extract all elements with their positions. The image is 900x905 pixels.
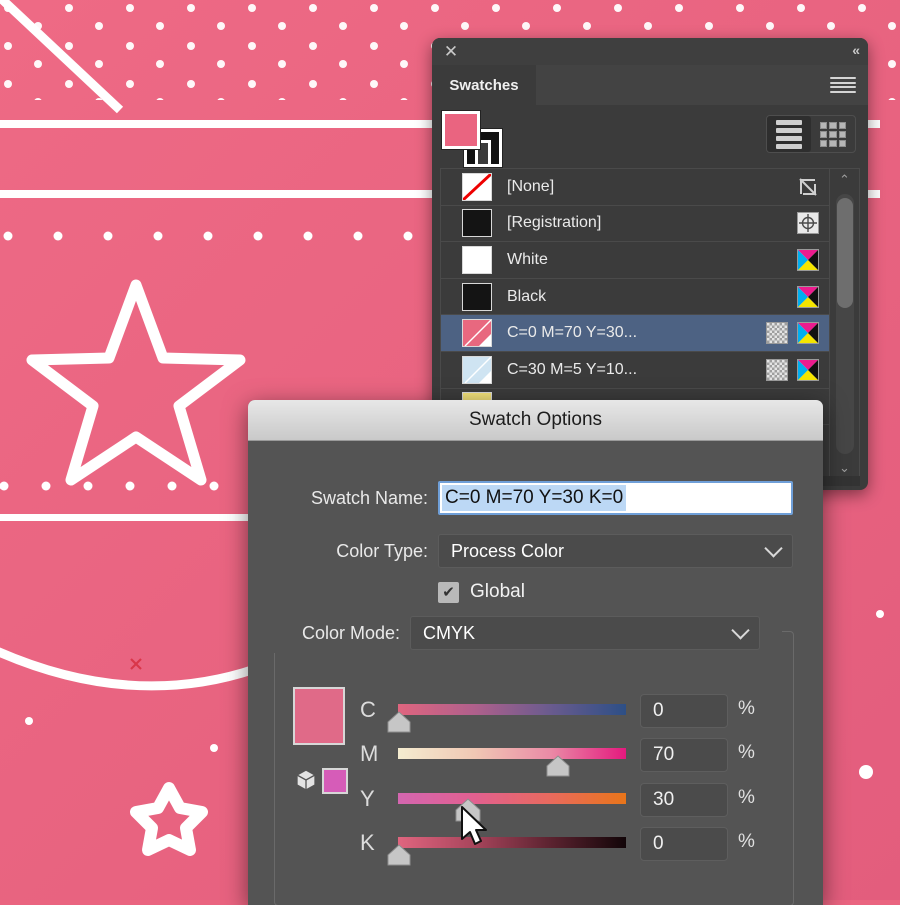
slider-row-y: Y 30 % — [360, 783, 780, 824]
color-type-select[interactable]: Process Color — [438, 534, 793, 568]
swatch-name: [Registration] — [507, 214, 602, 232]
channel-letter-m: M — [360, 741, 379, 766]
scrollbar-track[interactable] — [835, 194, 854, 454]
table-row[interactable]: White — [441, 242, 829, 279]
table-row[interactable]: [Registration] — [441, 206, 829, 243]
color-preview-small — [322, 768, 348, 794]
swatch-color-chip — [463, 283, 491, 310]
swatch-name: C=30 M=5 Y=10... — [507, 360, 638, 378]
panel-tabbar: Swatches — [432, 65, 868, 105]
global-checkbox[interactable]: ✔ — [438, 581, 459, 603]
channel-value-c[interactable]: 0 — [640, 694, 728, 728]
channel-value-m[interactable]: 70 — [640, 738, 728, 772]
cmyk-badge-icon — [797, 285, 819, 308]
color-type-row: Color Type: Process Color — [248, 534, 823, 568]
swatch-name-row: Swatch Name: C=0 M=70 Y=30 K=0 — [248, 481, 823, 515]
global-label: Global — [470, 581, 525, 602]
swatch-name: [None] — [507, 177, 555, 195]
swatch-color-chip — [463, 173, 491, 200]
list-view-icon[interactable] — [767, 116, 811, 152]
cmyk-badge-icon — [797, 248, 819, 271]
slider-row-m: M 70 % — [360, 738, 780, 779]
slider-thumb-c[interactable] — [387, 711, 411, 733]
registration-badge-icon — [797, 212, 819, 235]
chevron-down-icon — [731, 621, 750, 640]
percent-label-y: % — [738, 787, 755, 808]
color-preview-large — [293, 687, 345, 745]
slider-track-y[interactable] — [398, 793, 626, 804]
fill-swatch[interactable] — [442, 111, 480, 149]
panel-toolbar — [432, 105, 868, 167]
swatch-name: White — [507, 250, 548, 268]
swatch-name: C=0 M=70 Y=30... — [507, 324, 638, 342]
swatch-name-label: Swatch Name: — [310, 487, 428, 508]
percent-label-c: % — [738, 698, 755, 719]
view-toggle — [766, 115, 856, 153]
check-icon: ✔ — [442, 583, 455, 601]
fill-stroke-indicator[interactable] — [442, 111, 506, 167]
color-type-label: Color Type: — [336, 540, 428, 561]
collapse-panel-icon[interactable]: « — [852, 42, 860, 58]
swatch-name-value: C=0 M=70 Y=30 K=0 — [442, 485, 627, 511]
slider-row-k: K 0 % — [360, 827, 780, 868]
cube-3d-icon — [295, 768, 317, 792]
color-mode-row: Color Mode: CMYK — [248, 613, 823, 653]
scroll-up-icon[interactable]: ⌃ — [839, 169, 850, 191]
tint-badge-icon — [766, 358, 788, 381]
channel-letter-k: K — [360, 830, 375, 855]
channel-letter-c: C — [360, 697, 376, 722]
slider-track-k[interactable] — [398, 837, 626, 848]
scrollbar-thumb[interactable] — [836, 198, 853, 308]
color-type-value: Process Color — [451, 540, 565, 561]
slider-row-c: C 0 % — [360, 694, 780, 735]
grid-view-icon[interactable] — [811, 116, 855, 152]
tint-badge-icon — [766, 322, 788, 345]
tab-swatches[interactable]: Swatches — [432, 65, 536, 105]
slider-thumb-m[interactable] — [546, 755, 570, 777]
panel-titlebar: ✕ « — [432, 38, 868, 65]
slider-thumb-k[interactable] — [387, 844, 411, 866]
scrollbar-vertical[interactable]: ⌃ ⌄ — [829, 169, 859, 479]
table-row[interactable]: C=30 M=5 Y=10... — [441, 352, 829, 389]
panel-menu-icon[interactable] — [830, 77, 856, 93]
channel-value-k[interactable]: 0 — [640, 827, 728, 861]
swatch-name-input[interactable]: C=0 M=70 Y=30 K=0 — [438, 481, 793, 515]
color-mode-value: CMYK — [423, 622, 476, 643]
swatch-color-chip — [463, 246, 491, 273]
table-row[interactable]: Black — [441, 279, 829, 316]
slider-thumb-y[interactable] — [455, 798, 481, 822]
channel-letter-y: Y — [360, 786, 375, 811]
color-mode-label: Color Mode: — [301, 622, 400, 643]
chevron-down-icon — [764, 539, 783, 558]
dialog-title: Swatch Options — [248, 400, 823, 441]
table-row[interactable]: [None] — [441, 169, 829, 206]
swatch-color-chip — [463, 210, 491, 237]
table-row-selected[interactable]: C=0 M=70 Y=30... — [441, 315, 829, 352]
swatch-color-chip — [463, 320, 491, 347]
swatch-name: Black — [507, 287, 547, 305]
color-mode-select[interactable]: CMYK — [410, 616, 760, 650]
channel-value-y[interactable]: 30 — [640, 783, 728, 817]
close-icon[interactable]: ✕ — [442, 43, 460, 61]
percent-label-m: % — [738, 742, 755, 763]
percent-label-k: % — [738, 831, 755, 852]
cmyk-badge-icon — [797, 322, 819, 345]
none-badge-icon — [797, 176, 819, 198]
global-row: ✔ Global — [248, 581, 823, 603]
cmyk-badge-icon — [797, 358, 819, 381]
slider-track-c[interactable] — [398, 704, 626, 715]
slider-track-m[interactable] — [398, 748, 626, 759]
swatch-color-chip — [463, 356, 491, 383]
